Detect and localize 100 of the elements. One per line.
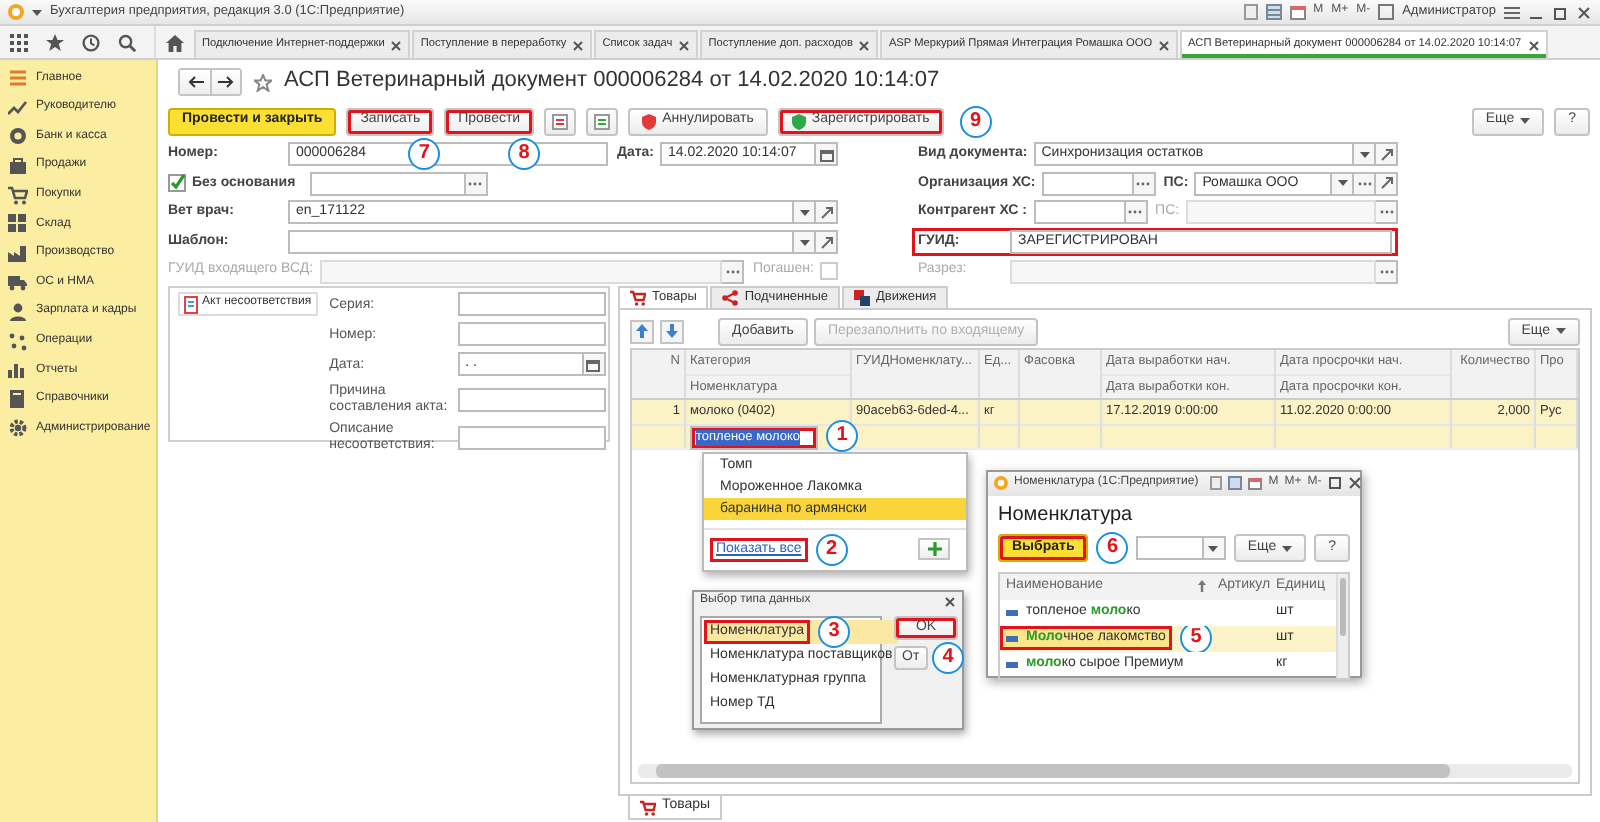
ellipsis-icon (468, 181, 483, 186)
close-icon[interactable] (1576, 5, 1592, 19)
input-field[interactable] (1041, 171, 1134, 196)
dropdown-button[interactable] (1354, 142, 1376, 167)
link-icon (819, 205, 833, 220)
choice-button[interactable] (1376, 259, 1398, 284)
open-button[interactable] (1376, 142, 1398, 167)
document-title: АСП Ветеринарный документ 000006284 от 14.02.2020 10:14:07 (284, 68, 940, 96)
journal-button[interactable] (586, 107, 619, 135)
choice-button[interactable] (722, 259, 745, 284)
calendar-button[interactable] (583, 352, 606, 377)
caret-icon (1282, 545, 1293, 552)
input-field[interactable] (457, 292, 606, 317)
callout-badge: 2 (815, 533, 848, 566)
search-field[interactable] (1136, 536, 1204, 561)
caret-icon (799, 239, 809, 246)
grid-icon (8, 214, 28, 235)
dropdown-button[interactable] (1332, 171, 1354, 196)
callout-badge: 4 (932, 641, 964, 674)
home-icon[interactable] (166, 33, 184, 51)
sort-arrow-icon[interactable] (1198, 580, 1206, 593)
close-icon[interactable] (390, 39, 403, 51)
maximize-icon[interactable] (1327, 476, 1342, 491)
ellipsis-icon (1357, 181, 1371, 186)
move-down-button[interactable] (660, 319, 684, 344)
person-icon (8, 302, 28, 323)
dropdown-button[interactable] (794, 230, 816, 255)
apps-grid-icon[interactable] (10, 33, 28, 51)
input-field[interactable] (309, 171, 466, 196)
maximize-icon[interactable] (1552, 5, 1568, 19)
input-field[interactable] (457, 425, 606, 450)
document-icon[interactable] (1243, 4, 1258, 20)
move-up-button[interactable] (630, 319, 654, 344)
back-button[interactable] (180, 70, 210, 94)
open-button[interactable] (816, 230, 838, 255)
choice-button[interactable] (1125, 200, 1148, 225)
table-icon[interactable] (1228, 476, 1243, 491)
add-button[interactable] (918, 538, 950, 561)
menu-icon[interactable] (1504, 5, 1520, 19)
calendar-icon (819, 147, 833, 162)
table-icon[interactable] (1265, 4, 1282, 20)
calendar-icon[interactable] (1248, 476, 1263, 491)
logo-icon (994, 476, 1008, 491)
star-icon[interactable] (254, 73, 272, 91)
close-icon[interactable] (1158, 39, 1171, 51)
link-icon (1379, 176, 1393, 191)
close-icon[interactable] (678, 39, 691, 51)
ellipsis-icon (725, 269, 740, 274)
history-icon[interactable] (82, 33, 100, 51)
window-icon[interactable] (1378, 4, 1395, 20)
callout-badge: 8 (508, 137, 541, 169)
caret-icon (1208, 545, 1219, 552)
book-icon (8, 389, 28, 410)
callout-badge: 7 (408, 137, 441, 169)
forward-button[interactable] (210, 70, 240, 94)
factory-icon (8, 243, 28, 264)
choice-button[interactable] (465, 171, 488, 196)
arrow-right-icon (218, 76, 234, 88)
bar-chart-icon (8, 360, 28, 381)
item-icon (1006, 661, 1018, 668)
checkbox[interactable] (168, 174, 186, 193)
input-field[interactable] (288, 230, 794, 255)
caret-icon (799, 209, 809, 216)
document-icon (184, 295, 198, 314)
input-field[interactable] (1033, 200, 1126, 225)
journal-button[interactable] (544, 107, 577, 135)
arrow-down-icon (666, 324, 678, 339)
scrollbar[interactable] (638, 764, 1572, 778)
list-icon (8, 68, 28, 89)
ellipsis-icon (1379, 269, 1393, 274)
scrollbar[interactable] (1336, 573, 1348, 678)
coin-icon (8, 126, 28, 147)
close-icon[interactable] (858, 39, 871, 51)
caret-icon (1337, 180, 1347, 187)
search-icon[interactable] (118, 33, 136, 51)
share-icon (722, 289, 739, 306)
dropdown-button[interactable] (794, 200, 816, 225)
choice-button[interactable] (1376, 200, 1398, 225)
choice-button[interactable] (1133, 171, 1156, 196)
close-icon[interactable] (944, 595, 956, 608)
ellipsis-icon (1379, 210, 1393, 215)
cart-icon (640, 799, 656, 815)
calendar-icon[interactable] (1289, 4, 1306, 20)
close-icon[interactable] (572, 39, 585, 51)
choice-button[interactable] (1354, 171, 1376, 196)
calendar-button[interactable] (816, 142, 838, 167)
close-icon[interactable] (1347, 476, 1362, 491)
caret-icon[interactable] (32, 9, 42, 15)
cart-icon (8, 185, 28, 206)
close-icon[interactable] (1527, 39, 1540, 51)
star-icon[interactable] (46, 33, 64, 51)
open-button[interactable] (1376, 171, 1398, 196)
truck-icon (8, 272, 28, 293)
callout-badge: 1 (826, 420, 858, 453)
movements-icon (854, 289, 870, 306)
input-field[interactable] (457, 387, 606, 412)
dropdown-button[interactable] (1203, 536, 1226, 561)
gear-icon (8, 418, 28, 439)
open-button[interactable] (816, 200, 838, 225)
input-field[interactable] (457, 322, 606, 347)
